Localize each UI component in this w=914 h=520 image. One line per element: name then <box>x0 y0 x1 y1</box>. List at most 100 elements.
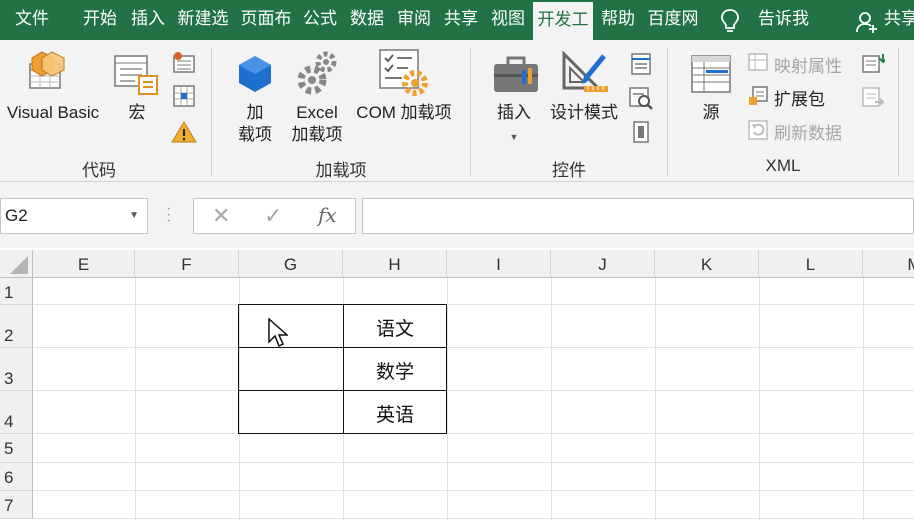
xml-import-icon[interactable] <box>861 52 885 74</box>
insert-function-icon[interactable]: fx <box>318 203 337 227</box>
visual-basic-icon <box>29 51 65 89</box>
column-header-l[interactable]: L <box>759 250 863 278</box>
group-addins-label: 加载项 <box>315 161 367 180</box>
tab-formulas[interactable]: 公式 <box>298 0 342 40</box>
tab-help[interactable]: 帮助 <box>596 0 640 40</box>
excel-addins-gears-icon <box>297 51 337 95</box>
tab-new-select[interactable]: 新建选 <box>173 0 233 40</box>
person-add-icon[interactable] <box>856 11 878 33</box>
excel-addins-button-line2[interactable]: 加载项 <box>288 124 346 146</box>
ribbon-tab-bar: 文件 开始 插入 新建选 页面布 公式 数据 审阅 共享 视图 开发工 帮助 百… <box>0 0 914 40</box>
gridline <box>655 278 656 520</box>
xml-export-icon[interactable] <box>861 86 885 108</box>
formula-bar: G2 ▼ · · · ✕ ✓ fx <box>0 182 914 248</box>
properties-icon[interactable] <box>629 52 653 76</box>
cell-g2[interactable] <box>239 305 343 347</box>
column-header-m[interactable]: M <box>863 250 914 278</box>
row-header-7[interactable]: 7 <box>0 491 33 519</box>
cell-h4[interactable]: 英语 <box>343 400 447 430</box>
cell-h3[interactable]: 数学 <box>343 357 447 387</box>
com-addins-icon <box>379 49 428 96</box>
cell-h2[interactable]: 语文 <box>343 314 447 344</box>
tab-view[interactable]: 视图 <box>486 0 530 40</box>
row-header-3[interactable]: 3 <box>0 348 33 391</box>
cancel-formula-icon[interactable]: ✕ <box>212 203 230 229</box>
macro-security-warning-icon[interactable] <box>171 120 197 144</box>
column-header-g[interactable]: G <box>239 250 343 278</box>
gridline <box>759 278 760 520</box>
column-header-j[interactable]: J <box>551 250 655 278</box>
tab-data[interactable]: 数据 <box>345 0 389 40</box>
column-header-h[interactable]: H <box>343 250 447 278</box>
worksheet-grid: E F G H I J K L M 1 2 3 4 5 6 7 语文 数学 英语 <box>0 248 914 520</box>
excel-addins-button-line1[interactable]: Excel <box>288 102 346 124</box>
cell-g3[interactable] <box>239 348 343 390</box>
com-addins-button[interactable]: COM 加载项 <box>350 102 458 124</box>
visual-basic-button[interactable]: Visual Basic <box>2 102 104 124</box>
expansion-packs-button[interactable]: 扩展包 <box>774 85 825 110</box>
tab-home[interactable]: 开始 <box>78 0 122 40</box>
tab-developer[interactable]: 开发工 <box>533 2 593 40</box>
macros-icon <box>114 55 158 95</box>
gridline <box>33 518 914 519</box>
insert-dropdown-arrow-icon[interactable]: ▼ <box>488 126 540 148</box>
row-header-2[interactable]: 2 <box>0 305 33 348</box>
lightbulb-icon[interactable] <box>720 8 740 34</box>
expansion-packs-icon <box>749 86 768 105</box>
design-mode-button[interactable]: 设计模式 <box>544 102 624 124</box>
map-properties-button[interactable]: 映射属性 <box>774 52 842 77</box>
cell-g4[interactable] <box>239 391 343 433</box>
run-dialog-icon[interactable] <box>631 120 651 144</box>
formula-input[interactable] <box>362 198 914 234</box>
refresh-data-icon <box>748 120 768 140</box>
tab-baidu-netdisk[interactable]: 百度网 <box>643 0 703 40</box>
view-code-icon[interactable] <box>628 86 654 110</box>
xml-source-button[interactable]: 源 <box>690 102 732 124</box>
mouse-pointer-icon <box>268 318 288 348</box>
column-header-i[interactable]: I <box>447 250 551 278</box>
select-all-triangle-icon <box>10 256 28 274</box>
gridline <box>33 490 914 491</box>
group-separator <box>898 48 899 176</box>
gridline <box>33 304 914 305</box>
group-code-label: 代码 <box>82 161 116 180</box>
gridline <box>447 278 448 520</box>
insert-controls-toolbox-icon <box>494 56 538 92</box>
gridline <box>135 278 136 520</box>
share-button[interactable]: 共享 <box>884 0 914 40</box>
addins-button-line1[interactable]: 加 <box>226 102 284 124</box>
ribbon-panel: Visual Basic 宏 代码 加 载项 Excel 加载项 COM 加载项… <box>0 40 914 182</box>
row-header-5[interactable]: 5 <box>0 434 33 463</box>
addins-button-line2[interactable]: 载项 <box>226 124 284 146</box>
formula-buttons: ✕ ✓ fx <box>193 198 356 234</box>
tell-me-search[interactable]: 告诉我 <box>758 0 809 40</box>
row-header-1[interactable]: 1 <box>0 278 33 305</box>
refresh-data-button[interactable]: 刷新数据 <box>774 119 842 144</box>
group-controls-label: 控件 <box>552 161 586 180</box>
gridline <box>863 278 864 520</box>
xml-source-icon <box>691 55 731 93</box>
select-all-corner[interactable] <box>0 250 33 278</box>
insert-controls-button[interactable]: 插入 <box>488 102 540 124</box>
tab-insert[interactable]: 插入 <box>126 0 170 40</box>
map-properties-icon <box>748 53 768 71</box>
column-header-f[interactable]: F <box>135 250 239 278</box>
name-box[interactable]: G2 ▼ <box>0 198 148 234</box>
row-header-4[interactable]: 4 <box>0 391 33 434</box>
drag-handle-dots-icon[interactable]: · · · <box>166 201 171 229</box>
row-header-6[interactable]: 6 <box>0 463 33 491</box>
tab-review[interactable]: 审阅 <box>392 0 436 40</box>
tab-page-layout[interactable]: 页面布 <box>237 0 295 40</box>
relative-reference-icon[interactable] <box>172 84 196 108</box>
gridline <box>33 433 914 434</box>
tab-file[interactable]: 文件 <box>0 0 64 40</box>
macros-button[interactable]: 宏 <box>118 102 156 124</box>
column-header-k[interactable]: K <box>655 250 759 278</box>
enter-formula-icon[interactable]: ✓ <box>264 203 282 229</box>
record-macro-icon[interactable] <box>172 52 196 74</box>
column-header-e[interactable]: E <box>33 250 135 278</box>
gridline <box>33 462 914 463</box>
tab-share[interactable]: 共享 <box>439 0 483 40</box>
gridline <box>33 390 914 391</box>
name-box-dropdown-icon[interactable]: ▼ <box>129 199 139 233</box>
